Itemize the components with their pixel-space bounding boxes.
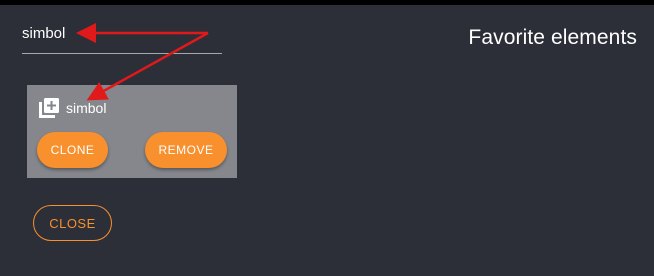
card-element-name: simbol (66, 100, 107, 116)
card-header: simbol (38, 97, 106, 119)
add-to-library-icon (38, 97, 60, 119)
clone-button[interactable]: CLONE (37, 132, 108, 168)
favorite-element-card: simbol CLONE REMOVE (27, 85, 237, 178)
close-button[interactable]: CLOSE (33, 205, 112, 241)
top-border (0, 0, 654, 5)
remove-button[interactable]: REMOVE (145, 132, 227, 168)
panel-title: Favorite elements (468, 26, 637, 49)
search-input[interactable] (22, 24, 222, 54)
search-field[interactable] (22, 24, 222, 54)
